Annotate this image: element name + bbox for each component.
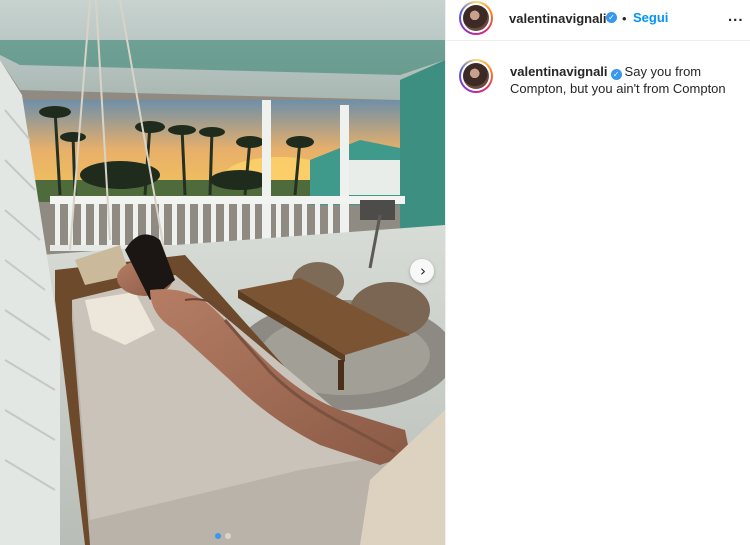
post-header: valentinavignali ✓ • Segui ... xyxy=(446,0,750,41)
verified-badge-icon: ✓ xyxy=(606,12,617,23)
post-media[interactable]: › xyxy=(0,0,445,545)
avatar-image xyxy=(463,5,489,31)
post-photo xyxy=(0,0,445,545)
instagram-post-window: › valentinavignali ✓ • Segui ... valenti… xyxy=(0,0,750,545)
follow-button[interactable]: Segui xyxy=(633,10,668,25)
carousel-indicator xyxy=(0,533,445,539)
caption-username[interactable]: valentinavignali xyxy=(510,64,608,79)
post-side-panel: valentinavignali ✓ • Segui ... valentina… xyxy=(445,0,750,545)
more-options-icon[interactable]: ... xyxy=(728,8,744,25)
chevron-right-icon: › xyxy=(420,261,426,280)
next-slide-button[interactable]: › xyxy=(410,259,434,283)
carousel-dot xyxy=(224,533,231,539)
avatar-border xyxy=(461,3,491,33)
avatar-image xyxy=(463,63,489,89)
verified-badge-icon: ✓ xyxy=(610,69,622,80)
caption-avatar[interactable] xyxy=(459,59,493,93)
avatar[interactable] xyxy=(459,1,493,35)
header-separator: • xyxy=(622,11,627,26)
avatar-border xyxy=(461,61,491,91)
post-caption: valentinavignali ✓ Say you from Compton, b… xyxy=(510,63,742,97)
header-username[interactable]: valentinavignali xyxy=(509,11,607,26)
carousel-dot-active xyxy=(214,533,221,539)
